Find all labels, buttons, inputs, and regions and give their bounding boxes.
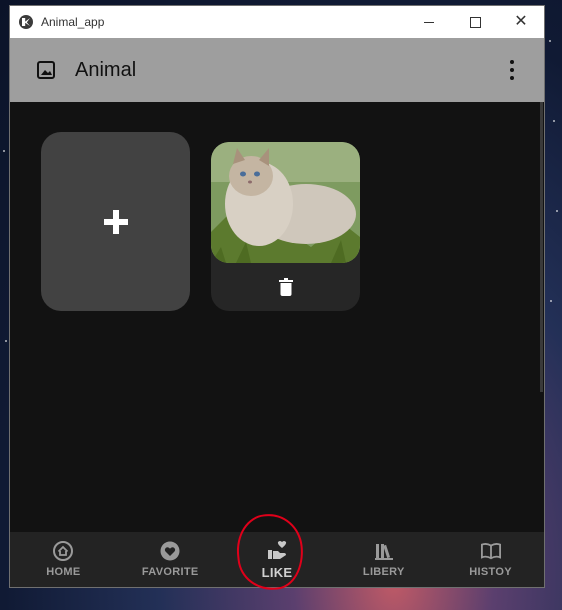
title-bar: Animal_app ✕ [10, 6, 544, 38]
heart-icon [160, 541, 180, 561]
kivy-app-icon [19, 15, 33, 29]
nav-label-favorite: FAVORITE [141, 566, 199, 578]
nav-label-like: LIKE [261, 564, 293, 580]
top-app-bar: Animal [10, 38, 544, 102]
nav-item-home[interactable]: HOME [10, 532, 117, 587]
hand-heart-icon [267, 540, 287, 559]
minimize-button[interactable] [406, 6, 452, 38]
nav-item-histoy[interactable]: HISTOY [437, 532, 544, 587]
more-vert-icon[interactable] [509, 60, 515, 80]
scrollbar[interactable] [540, 102, 543, 392]
gallery-grid [10, 102, 544, 532]
plus-icon [103, 209, 128, 234]
nav-label-home: HOME [46, 566, 81, 578]
trash-icon[interactable] [278, 278, 293, 296]
nav-item-like[interactable]: LIKE [224, 532, 331, 587]
window-controls: ✕ [406, 6, 544, 38]
library-icon [374, 544, 393, 560]
add-image-card[interactable] [41, 132, 190, 311]
maximize-icon [469, 16, 481, 28]
image-card[interactable] [211, 142, 360, 311]
app-window: Animal_app ✕ Animal HOME FAVORITE LIKE L… [10, 6, 544, 587]
card-actions [211, 263, 360, 311]
nav-item-favorite[interactable]: FAVORITE [117, 532, 224, 587]
minimize-icon [424, 21, 434, 23]
book-icon [480, 543, 501, 560]
bottom-navigation: HOME FAVORITE LIKE LIBERY HISTOY [10, 532, 544, 587]
page-title: Animal [75, 58, 137, 81]
nav-label-histoy: HISTOY [469, 566, 512, 578]
maximize-button[interactable] [452, 6, 498, 38]
close-button[interactable]: ✕ [498, 6, 544, 38]
home-icon [53, 541, 74, 561]
window-title: Animal_app [41, 15, 105, 29]
cat-photo [211, 142, 360, 263]
nav-item-libery[interactable]: LIBERY [330, 532, 437, 587]
image-icon[interactable] [37, 61, 55, 79]
close-icon: ✕ [514, 13, 528, 30]
nav-label-libery: LIBERY [362, 566, 405, 578]
